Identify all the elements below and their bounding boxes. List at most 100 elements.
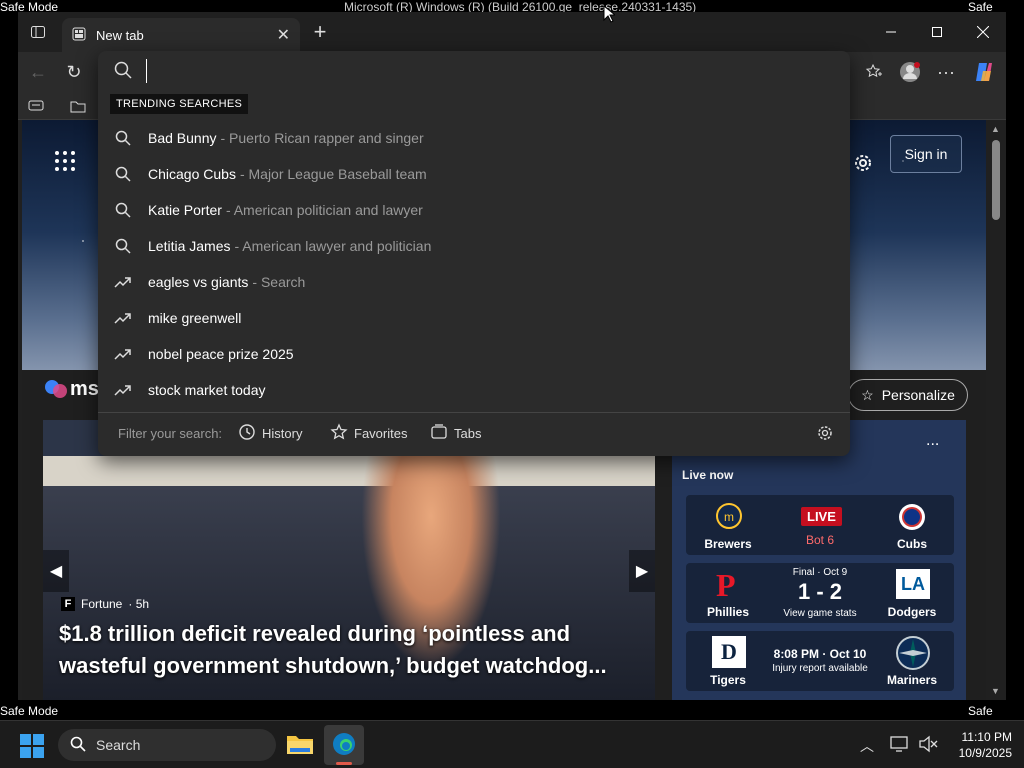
cubs-logo-icon xyxy=(898,503,926,536)
suggestion-item[interactable]: eagles vs giants - Search xyxy=(98,264,850,300)
fortune-logo-icon: F xyxy=(61,597,75,611)
game-card[interactable]: D Tigers 8:08 PM · Oct 10 Injury report … xyxy=(686,631,954,691)
filter-favorites-button[interactable]: Favorites xyxy=(330,423,407,444)
suggestion-item[interactable]: mike greenwell xyxy=(98,300,850,336)
new-tab-button[interactable]: + xyxy=(306,18,334,46)
profile-avatar[interactable] xyxy=(896,58,924,86)
refresh-icon[interactable]: ↻ xyxy=(60,58,88,86)
taskbar-search[interactable]: Search xyxy=(58,729,276,761)
msn-logo-text: ms xyxy=(70,378,99,400)
team-name: Dodgers xyxy=(887,605,937,619)
carousel-next-icon[interactable]: ▶ xyxy=(629,550,655,592)
search-suggestions-dropdown: TRENDING SEARCHES Bad Bunny - Puerto Rica… xyxy=(98,51,850,456)
search-icon xyxy=(98,130,148,146)
tab-title: New tab xyxy=(96,27,144,43)
injury-report: Injury report available xyxy=(772,663,868,674)
mariners-logo-icon xyxy=(896,636,930,675)
active-indicator xyxy=(336,762,352,765)
suggestion-term: stock market today xyxy=(148,382,266,398)
view-game-stats-link[interactable]: View game stats xyxy=(766,608,874,619)
scroll-up-icon[interactable]: ▲ xyxy=(991,124,1000,134)
msn-logo[interactable]: ms xyxy=(44,378,99,401)
live-now-label: Live now xyxy=(682,468,734,482)
svg-text:m: m xyxy=(724,510,734,524)
folder-icon[interactable] xyxy=(64,92,92,120)
game-card[interactable]: P Phillies Final · Oct 9 1 - 2 View game… xyxy=(686,563,954,623)
filter-favorites-label: Favorites xyxy=(354,426,408,441)
suggestion-term: Bad Bunny xyxy=(148,130,217,146)
new-tab-icon xyxy=(72,27,86,44)
filter-label: Filter your search: xyxy=(118,426,223,441)
sign-in-button[interactable]: Sign in xyxy=(890,135,962,173)
carousel-prev-icon[interactable]: ◀ xyxy=(43,550,69,592)
news-source: F Fortune · 5h xyxy=(61,597,149,611)
mouse-cursor-icon xyxy=(603,4,617,28)
search-settings-gear-icon[interactable] xyxy=(816,424,834,447)
personalize-button[interactable]: ☆ Personalize xyxy=(848,379,968,411)
volume-muted-icon[interactable] xyxy=(918,735,938,758)
suggestion-term: Chicago Cubs xyxy=(148,166,236,182)
game-card[interactable]: m Brewers LIVE Bot 6 Cubs xyxy=(686,495,954,555)
suggestion-item[interactable]: Chicago Cubs - Major League Baseball team xyxy=(98,156,850,192)
news-headline[interactable]: $1.8 trillion deficit revealed during ‘p… xyxy=(59,618,649,682)
more-menu-icon[interactable]: ··· xyxy=(932,58,960,86)
game-status: Final · Oct 9 xyxy=(792,567,848,578)
trending-icon xyxy=(98,383,148,397)
suggestion-term: Katie Porter xyxy=(148,202,222,218)
sports-more-icon[interactable]: ... xyxy=(926,432,939,450)
address-bar-input[interactable] xyxy=(146,59,826,83)
minimize-icon[interactable] xyxy=(868,20,914,44)
trending-icon xyxy=(98,347,148,361)
maximize-icon[interactable] xyxy=(914,20,960,44)
scrollbar-thumb[interactable] xyxy=(992,140,1000,220)
edge-icon xyxy=(332,732,356,761)
clock[interactable]: 11:10 PM 10/9/2025 xyxy=(942,729,1012,761)
suggestion-term: eagles vs giants xyxy=(148,274,249,290)
suggestion-subtitle: - Major League Baseball team xyxy=(239,166,427,182)
windows-start-icon[interactable] xyxy=(20,734,44,763)
clock-time: 11:10 PM xyxy=(961,730,1012,744)
suggestion-item[interactable]: Letitia James - American lawyer and polit… xyxy=(98,228,850,264)
tab-actions-icon[interactable] xyxy=(24,18,52,46)
news-card[interactable]: ◀ ▶ F Fortune · 5h $1.8 trillion deficit… xyxy=(43,420,655,700)
suggestion-subtitle: - Puerto Rican rapper and singer xyxy=(220,130,424,146)
filter-tabs-label: Tabs xyxy=(454,426,482,441)
apps-grid-icon[interactable] xyxy=(54,150,76,177)
page-scrollbar[interactable]: ▲ ▼ xyxy=(986,120,1006,700)
copilot-icon[interactable] xyxy=(970,58,998,86)
game-time: 8:08 PM · Oct 10 xyxy=(773,647,867,661)
suggestion-item[interactable]: nobel peace prize 2025 xyxy=(98,336,850,372)
live-badge: LIVE xyxy=(801,507,842,526)
filter-history-label: History xyxy=(262,426,303,441)
trending-icon xyxy=(98,275,148,289)
import-favorites-icon[interactable] xyxy=(22,92,50,120)
filter-tabs-button[interactable]: Tabs xyxy=(430,423,481,444)
dodgers-logo-icon: LA xyxy=(896,569,930,599)
file-explorer-icon[interactable] xyxy=(286,732,314,761)
personalize-label: Personalize xyxy=(881,387,955,403)
suggestion-item[interactable]: stock market today xyxy=(98,372,850,408)
back-icon[interactable]: ← xyxy=(24,58,52,86)
scroll-down-icon[interactable]: ▼ xyxy=(991,686,1000,696)
phillies-logo-icon: P xyxy=(716,567,736,603)
team-name: Cubs xyxy=(897,537,927,551)
close-icon[interactable] xyxy=(960,20,1006,44)
tigers-logo-icon: D xyxy=(712,636,746,668)
tab-close-icon[interactable]: ✕ xyxy=(277,25,290,45)
suggestion-term: Letitia James xyxy=(148,238,231,254)
tab-new-tab[interactable]: New tab ✕ xyxy=(62,18,300,52)
team-name: Tigers xyxy=(710,673,746,687)
settings-gear-icon[interactable] xyxy=(852,152,874,179)
edge-taskbar-button[interactable] xyxy=(324,725,364,765)
taskbar: Search ︿ 11:10 PM 10/9/2025 xyxy=(0,720,1024,768)
suggestion-term: nobel peace prize 2025 xyxy=(148,346,294,362)
filter-history-button[interactable]: History xyxy=(238,423,302,444)
favorites-icon[interactable] xyxy=(860,58,888,86)
suggestion-item[interactable]: Katie Porter - American politician and la… xyxy=(98,192,850,228)
search-icon xyxy=(70,736,86,755)
network-icon[interactable] xyxy=(890,735,910,758)
chevron-up-icon[interactable]: ︿ xyxy=(860,736,874,756)
suggestion-item[interactable]: Bad Bunny - Puerto Rican rapper and singe… xyxy=(98,120,850,156)
taskbar-search-placeholder: Search xyxy=(96,737,141,753)
personalize-icon: ☆ xyxy=(861,386,874,403)
